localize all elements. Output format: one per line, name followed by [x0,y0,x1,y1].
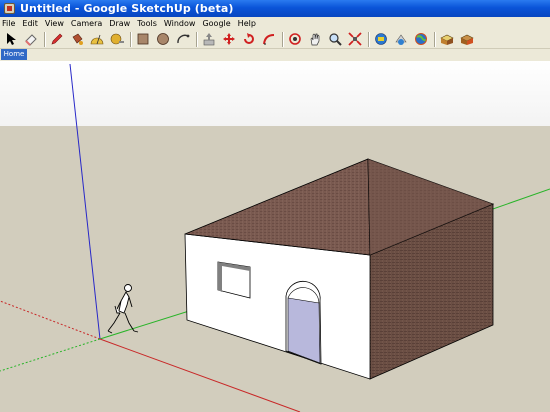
title-bar: Untitled - Google SketchUp (beta) [0,0,550,17]
menu-google[interactable]: Google [202,19,230,28]
sky [0,61,550,126]
menu-camera[interactable]: Camera [71,19,102,28]
tape-measure-icon[interactable] [109,31,125,47]
scene-tab-strip: Home [0,49,550,61]
paint-bucket-icon[interactable] [69,31,85,47]
toolbar-separator [130,31,131,47]
move-icon[interactable] [221,31,237,47]
toolbar-separator [44,31,45,47]
viewport-canvas [0,61,550,412]
components-icon[interactable] [439,31,455,47]
main-toolbar [0,30,550,49]
menu-help[interactable]: Help [238,19,256,28]
menu-view[interactable]: View [45,19,64,28]
rotate-icon[interactable] [241,31,257,47]
push-pull-icon[interactable] [201,31,217,47]
menu-file[interactable]: File [2,19,15,28]
toolbar-separator [368,31,369,47]
arc-icon[interactable] [175,31,191,47]
google-earth-icon[interactable] [413,31,429,47]
get-models-icon[interactable] [373,31,389,47]
menu-bar: File Edit View Camera Draw Tools Window … [0,17,550,30]
pan-hand-icon[interactable] [307,31,323,47]
materials-icon[interactable] [459,31,475,47]
toolbar-separator [282,31,283,47]
protractor-icon[interactable] [89,31,105,47]
circle-icon[interactable] [155,31,171,47]
share-model-icon[interactable] [393,31,409,47]
menu-draw[interactable]: Draw [109,19,130,28]
menu-edit[interactable]: Edit [22,19,38,28]
figure-head [124,284,132,292]
pencil-icon[interactable] [49,31,65,47]
zoom-extents-icon[interactable] [347,31,363,47]
sketchup-logo-icon [4,3,15,14]
toolbar-separator [196,31,197,47]
drawing-viewport[interactable] [0,61,550,412]
follow-me-icon[interactable] [261,31,277,47]
orbit-icon[interactable] [287,31,303,47]
window-title: Untitled - Google SketchUp (beta) [20,2,234,15]
zoom-icon[interactable] [327,31,343,47]
rectangle-icon[interactable] [135,31,151,47]
eraser-icon[interactable] [23,31,39,47]
menu-tools[interactable]: Tools [137,19,157,28]
tab-home[interactable]: Home [1,49,27,60]
menu-window[interactable]: Window [164,19,196,28]
toolbar-separator [434,31,435,47]
select-arrow-icon[interactable] [3,31,19,47]
